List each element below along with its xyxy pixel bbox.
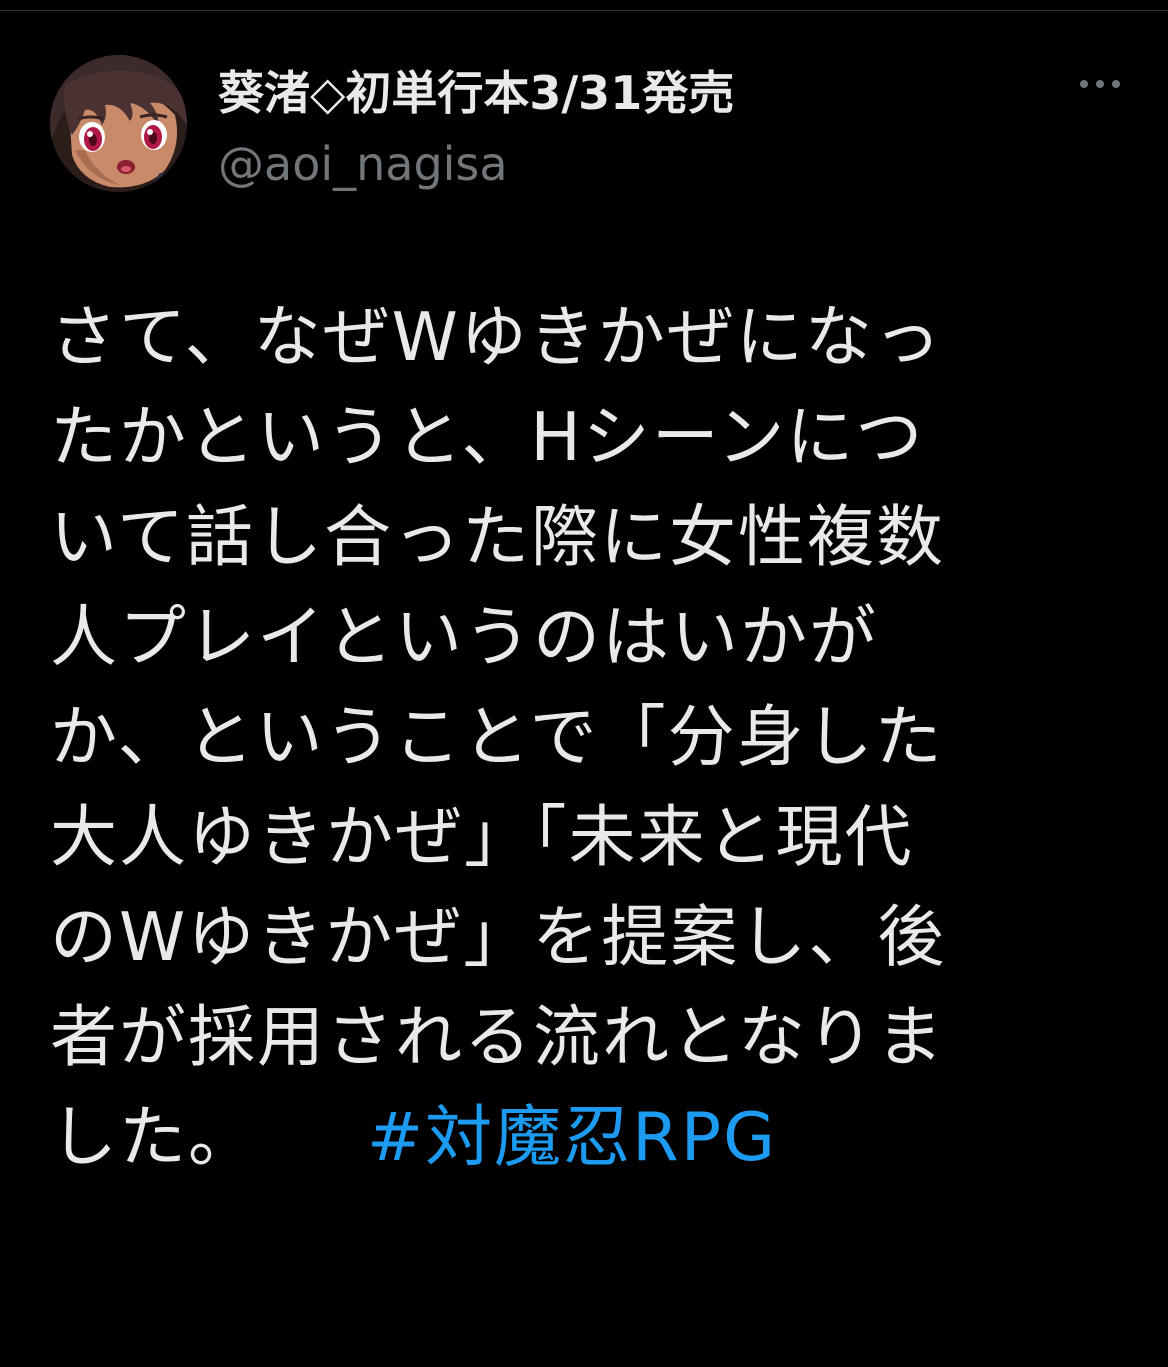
author-display-name[interactable]: 葵渚◇初単行本3/31発売 [218, 57, 734, 123]
more-button[interactable] [1070, 69, 1130, 99]
more-horizontal-icon [1080, 80, 1120, 88]
tweet-line-text: した。 [50, 1098, 257, 1176]
tweet-header: 葵渚◇初単行本3/31発売 @aoi_nagisa [50, 55, 1130, 195]
anime-girl-avatar-icon [50, 55, 187, 192]
hashtag-link[interactable]: #対魔忍RPG [367, 1098, 777, 1176]
tweet-text: さて、なぜWゆきかぜになっ たかというと、Hシーンにつ いて話し合った際に女性複… [50, 287, 1110, 1187]
avatar[interactable] [50, 55, 187, 192]
tweet-line: さて、なぜWゆきかぜになっ [50, 298, 943, 376]
tweet-line: のWゆきかぜ」を提案し、後 [50, 898, 947, 976]
tweet-line: いて話し合った際に女性複数 [50, 498, 945, 576]
tweet-last-line: した。 #対魔忍RPG [50, 1087, 1110, 1187]
top-divider [0, 10, 1168, 11]
tweet-line: 人プレイというのはいかが [50, 598, 878, 676]
tweet-line: たかというと、Hシーンにつ [50, 398, 925, 476]
tweet-line: 者が採用される流れとなりま [50, 998, 945, 1076]
tweet-line: か、ということで「分身した [50, 698, 944, 776]
tweet-line: 大人ゆきかぜ」「未来と現代 [50, 798, 914, 876]
author-handle[interactable]: @aoi_nagisa [218, 137, 508, 191]
